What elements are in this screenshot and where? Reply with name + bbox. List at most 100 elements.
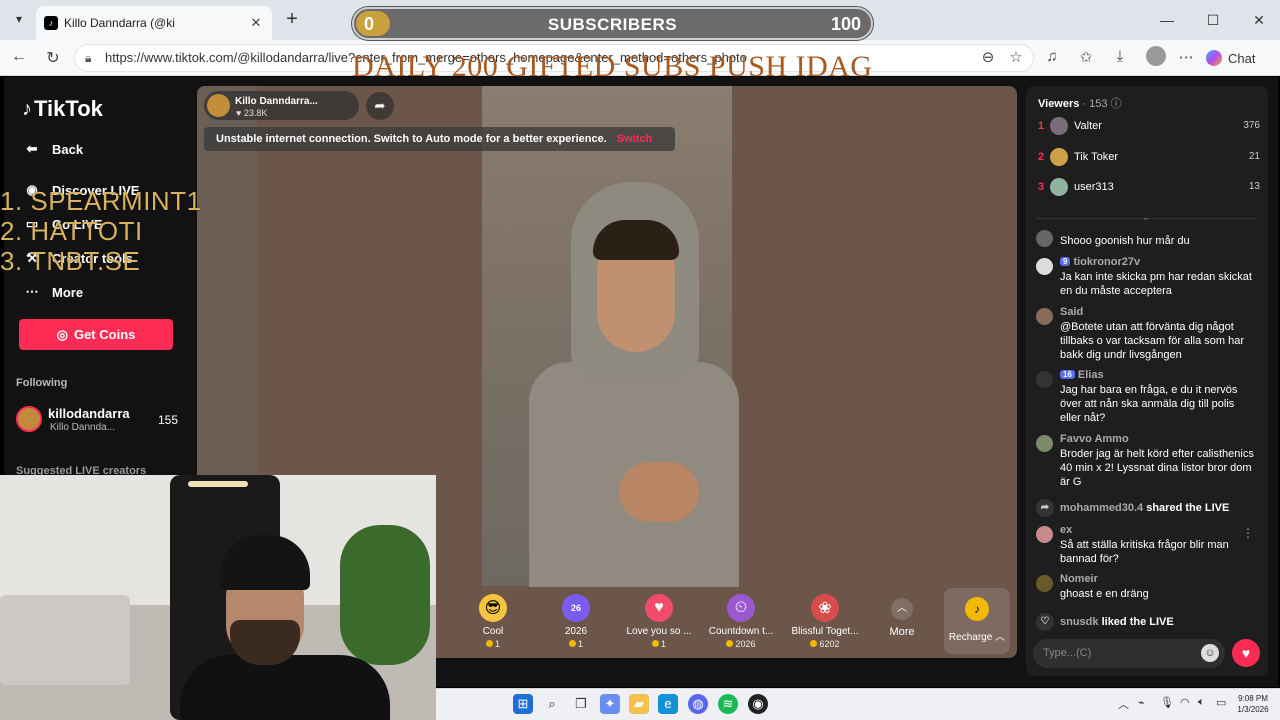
minimize-icon[interactable]: — [1144,0,1190,40]
push-banner: DAILY 200 GIFTED SUBS PUSH IDAG [352,50,873,83]
heart-icon: ♥ [645,594,673,622]
more-gifts-button[interactable]: ︿ More [885,598,919,638]
chat-input[interactable]: Type...(C) ☺ [1033,639,1225,668]
chat-avatar [1036,435,1053,452]
chat-message[interactable]: 16 Elias Jag har bara en fråga, e du it ne… [1036,369,1258,429]
share-icon: ➦ [1036,499,1054,517]
chat-message[interactable]: 9 tiokronor27v Ja kan inte skicka pm har r… [1036,256,1258,302]
close-window-icon[interactable]: ✕ [1236,0,1280,40]
viewer-avatar [1050,148,1068,166]
subscriber-label: SUBSCRIBERS [547,15,678,34]
top-viewer-1[interactable]: 1 Valter 376 [1038,117,1260,137]
chat-message[interactable]: Nomeir ghoast e en dräng [1036,573,1258,603]
followed-creator-avatar[interactable] [16,406,42,432]
top-gifter-3: 3. TNBT.SE [0,246,141,276]
sidebar-item-back[interactable]: ⬅︎ Back [22,141,84,157]
volume-icon[interactable]: 🔈︎ [1198,696,1205,709]
chat-avatar [1036,230,1053,247]
tiktok-note-icon: ♪ [22,97,32,120]
followed-creator-subtitle: Killo Dannda... [50,422,116,433]
connection-warning: Unstable internet connection. Switch to … [204,127,675,151]
gift-2026[interactable]: 26 2026 1 [536,594,616,649]
chat-avatar [1036,526,1053,543]
like-heart-button[interactable]: ♥ [1232,639,1260,667]
favorites-icon[interactable]: ✩ [1076,48,1096,66]
taskbar-clock[interactable]: 9:08 PM 1/3/2026 [1233,693,1273,715]
top-viewer-2[interactable]: 2 Tik Toker 21 [1038,148,1260,168]
viewer-avatar [1050,117,1068,135]
top-gifter-1: 1. SPEARMINT1 [0,186,202,216]
streamer-figure [529,182,739,587]
tiktok-logo[interactable]: ♪ TikTok [22,96,103,122]
sidebar-item-more[interactable]: ⋯ More [22,284,84,300]
followed-creator-viewers: 155 [158,413,179,427]
recharge-button[interactable]: ♪ Recharge ︿ [944,588,1010,654]
get-coins-button[interactable]: ◎ Get Coins [19,319,173,350]
heart-outline-icon: ♡ [1036,613,1054,631]
gift-cool[interactable]: 😎︎ Cool 1 [453,594,533,649]
search-icon[interactable]: ⌕ [542,694,562,714]
music-icon[interactable]: ♫ [1042,48,1062,65]
favorite-star-icon[interactable]: ☆ [1006,48,1026,66]
site-info-icon[interactable]: 🔒︎ [85,45,91,71]
mic-icon[interactable]: 🎙︎ [1160,696,1174,709]
message-more-icon[interactable]: ⋮ [1242,526,1254,540]
file-explorer-icon[interactable]: ▰ [629,694,649,714]
following-heading: Following [16,377,68,389]
chat-message[interactable]: Said @Botete utan att förvänta dig något … [1036,306,1258,366]
host-name: Killo Danndarra... [235,96,318,107]
profile-avatar[interactable] [1146,46,1166,66]
discord-icon[interactable]: ◍ [688,694,708,714]
zoom-icon[interactable]: ⊖ [978,48,998,66]
sunglasses-icon: 😎︎ [479,594,507,622]
chat-message[interactable]: Shooo goonish hur mår du [1036,228,1258,250]
gift-love-you-so[interactable]: ♥ Love you so ... 1 [619,594,699,649]
host-avatar [207,94,230,117]
edge-icon[interactable]: e [658,694,678,714]
chat-avatar [1036,575,1053,592]
likes-count: ♥ 23.8K [236,108,268,118]
spotify-icon[interactable]: ≋ [718,694,738,714]
copilot-taskbar-icon[interactable]: ✦ [600,694,620,714]
maximize-icon[interactable]: ☐ [1190,0,1236,40]
browser-tab[interactable]: ♪ Killo Danndarra (@ki ✕ [36,6,272,40]
copilot-chat-button[interactable]: Chat [1206,46,1255,70]
back-arrow-icon: ⬅︎ [26,141,38,156]
tray-chevron-icon[interactable]: ︿ [1118,696,1129,712]
task-view-icon[interactable]: ❐ [571,694,591,714]
gift-countdown[interactable]: ⏲ Countdown t... 2026 [701,594,781,649]
more-icon: ⋯ [25,284,39,299]
tab-actions-menu-icon[interactable]: ▾ [8,8,30,30]
downloads-icon[interactable]: ⤓ [1110,48,1130,65]
chat-message[interactable]: ex Så att ställa kritiska frågor blir man… [1036,524,1258,566]
share-icon[interactable]: ➦ [366,92,394,120]
back-icon[interactable]: ← [8,48,30,66]
switch-link[interactable]: Switch [617,133,652,145]
new-tab-icon[interactable]: + [280,8,304,30]
menu-dots-icon[interactable]: ⋯ [1176,48,1196,66]
obs-icon[interactable]: ◉ [748,694,768,714]
tab-title: Killo Danndarra (@ki [64,16,175,30]
top-viewer-3[interactable]: 3 user313 13 [1038,178,1260,198]
start-icon[interactable]: ⊞ [513,694,533,714]
refresh-icon[interactable]: ↻ [42,48,64,68]
viewers-heading[interactable]: Viewers · 153 ⓘ [1038,95,1122,111]
emoji-icon[interactable]: ☺ [1201,644,1219,662]
2026-icon: 26 [562,594,590,622]
close-tab-icon[interactable]: ✕ [248,15,264,31]
webcam-overlay [0,475,436,720]
chat-avatar [1036,308,1053,325]
tiktok-coin-icon: ♪ [965,597,989,621]
followed-creator-name[interactable]: killodandarra [48,406,130,421]
chat-message[interactable]: Favvo Ammo Broder jag är helt körd efter … [1036,433,1258,493]
coin-icon: ◎ [56,326,68,342]
gift-blissful-together[interactable]: ❀ Blissful Toget... 6202 [785,594,865,649]
host-info[interactable]: Killo Danndarra... ♥ 23.8K [204,91,359,120]
viewer-avatar [1050,178,1068,196]
wifi-icon[interactable]: ◠ [1180,696,1190,709]
battery-icon[interactable]: ▭ [1216,696,1226,709]
network-icon[interactable]: ⌁ [1138,696,1145,709]
chevron-up-icon: ︿ [891,598,913,620]
expand-chevron-icon[interactable]: ⌄ [1142,212,1150,223]
blissful-icon: ❀ [811,594,839,622]
